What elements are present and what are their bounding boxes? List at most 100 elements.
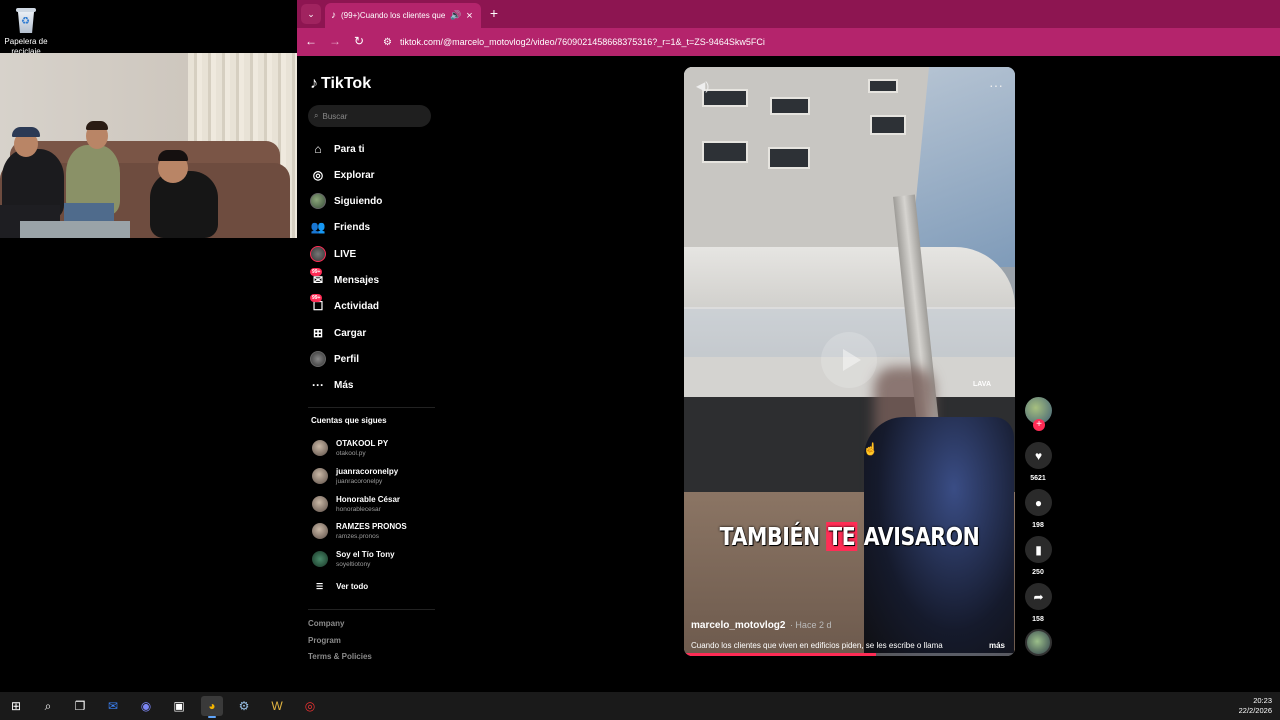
nav-label: Friends [334,221,371,233]
following-account-item[interactable]: Honorable César honorablecesar [312,492,432,516]
nav-item-explorar[interactable]: ◎ Explorar [310,166,375,184]
account-name: Honorable César [336,494,401,504]
nav-item-cargar[interactable]: ⊞ Cargar [310,324,366,342]
nav-label: Siguiendo [334,195,383,207]
activity-icon: ☐ 99+ [310,294,324,313]
video-time: · Hace 2 d [789,620,832,630]
search-icon: ⌕ [314,111,319,120]
tiktok-logo[interactable]: ♪ TikTok [310,75,371,93]
nav-item-para-ti[interactable]: ⌂ Para ti [310,140,365,158]
task-view-icon[interactable]: ❐ [69,696,91,716]
building-sign: LAVA [973,379,991,390]
mail-app-icon[interactable]: ✉ [102,696,124,716]
more-link[interactable]: más [989,641,1005,650]
nav-label: Más [334,379,354,391]
windows-start-icon[interactable]: ⊞ [5,696,27,716]
caption-highlight: TE [826,522,857,551]
tiktok-favicon-icon: ♪ [331,10,336,21]
nav-label: LIVE [334,248,357,260]
caption-word: AVISARON [863,522,980,551]
recording-app-icon[interactable]: ◎ [299,696,321,716]
game-app-icon[interactable]: W [266,696,288,716]
comment-count: 198 [1032,522,1044,529]
nav-label: Para ti [334,143,365,155]
messages-badge: 99+ [310,268,323,276]
hand-cursor-icon: ☝ [863,442,878,456]
messages-icon: ✉ 99+ [310,268,324,287]
video-author[interactable]: marcelo_motovlog2 [691,620,785,631]
site-info-icon[interactable]: ⚙ [383,37,392,48]
follow-plus-icon[interactable]: + [1033,419,1045,431]
nav-item-actividad[interactable]: ☐ 99+ Actividad [310,294,379,315]
nav-item-perfil[interactable]: Perfil [310,350,359,368]
url-text: tiktok.com/@marcelo_motovlog2/video/7609… [399,37,765,47]
address-bar: ← → ↻ ⚙ tiktok.com/@marcelo_motovlog2/vi… [297,28,1280,56]
following-account-item[interactable]: RAMZES PRONOS ramzes.pronos [312,519,432,543]
account-handle: honorablecesar [336,505,381,513]
play-icon[interactable] [821,332,877,388]
volume-icon[interactable]: ◀) [696,79,709,93]
tab-search-button[interactable]: ⌄ [301,4,321,24]
reload-icon[interactable]: ↻ [351,34,367,48]
speaker-icon[interactable]: 🔊 [450,10,461,21]
footer-link-company[interactable]: Company [308,619,344,628]
following-account-item[interactable]: juanracoronelpy juanracoronelpy [312,464,432,488]
see-all-button[interactable]: ☰ Ver todo [316,582,368,591]
system-clock[interactable]: 20:23 22/2/2026 [1239,696,1272,716]
recycle-bin-shortcut[interactable]: ♻ Papelera de reciclaje [4,6,48,57]
back-icon[interactable]: ← [303,34,319,48]
video-player[interactable]: LAVA TAMBIÉN TE AVISARON ◀) ··· marcelo_… [684,67,1015,656]
share-icon: ➦ [1033,589,1044,604]
share-button[interactable]: ➦ [1025,583,1052,610]
browser-tab[interactable]: ♪ (99+)Cuando los clientes que 🔊 × [325,3,481,28]
clock-time: 20:23 [1253,696,1272,705]
new-tab-button[interactable]: + [485,5,503,21]
nav-item-siguiendo[interactable]: Siguiendo [310,192,382,210]
profile-icon [310,351,326,367]
logo-text: TikTok [321,75,372,92]
taskbar: ⊞ ⌕ ❐ ✉ ◉ ▣ ◕ ⚙ W ◎ 20:23 22/2/2026 [0,692,1280,720]
comment-button[interactable]: ● [1025,489,1052,516]
url-field[interactable]: ⚙ tiktok.com/@marcelo_motovlog2/video/76… [383,32,1243,52]
chrome-icon[interactable]: ◕ [201,696,223,718]
close-tab-icon[interactable]: × [466,10,472,22]
nav-label: Cargar [334,327,367,339]
account-name: RAMZES PRONOS [336,521,407,531]
nav-label: Perfil [334,353,360,365]
more-icon: ··· [312,378,324,392]
upload-icon: ⊞ [312,326,324,340]
divider [308,407,435,408]
save-button[interactable]: ▮ [1025,536,1052,563]
tiktok-logo-icon: ♪ [310,75,318,92]
nav-item-friends[interactable]: 👥 Friends [310,218,371,236]
app-icon[interactable]: ▣ [168,696,190,716]
footer-link-terms[interactable]: Terms & Policies [308,652,372,661]
heart-icon: ♥ [1034,448,1043,463]
video-meta: marcelo_motovlog2 · Hace 2 d Cuando los … [691,615,1011,650]
search-input[interactable]: ⌕ Buscar [308,105,431,127]
more-options-icon[interactable]: ··· [989,77,1003,93]
nav-item-mas[interactable]: ··· Más [310,376,353,394]
discord-icon[interactable]: ◉ [135,696,157,716]
search-icon[interactable]: ⌕ [37,696,59,716]
steam-icon[interactable]: ⚙ [233,696,255,716]
following-account-item[interactable]: OTAKOOL PY otakool.py [312,436,432,460]
like-button[interactable]: ♥ [1025,442,1052,469]
following-title: Cuentas que sigues [311,416,387,425]
account-handle: otakool.py [336,449,366,457]
music-disc-icon[interactable] [1025,629,1052,656]
following-account-item[interactable]: Soy el Tío Tony soyeltiotony [312,547,432,571]
account-name: OTAKOOL PY [336,438,389,448]
video-progress-bar[interactable] [684,653,1015,656]
footer-link-program[interactable]: Program [308,636,341,645]
search-placeholder: Buscar [322,111,348,121]
forward-icon[interactable]: → [327,34,343,48]
avatar [312,468,328,484]
nav-item-mensajes[interactable]: ✉ 99+ Mensajes [310,268,379,289]
video-caption-overlay: TAMBIÉN TE AVISARON [714,522,985,551]
nav-item-live[interactable]: LIVE [310,245,356,263]
video-description: Cuando los clientes que viven en edifici… [691,641,943,650]
account-name: Soy el Tío Tony [336,549,395,559]
tiktok-sidebar: ♪ TikTok ⌕ Buscar ⌂ Para ti ◎ Explorar S… [304,56,439,692]
account-handle: soyeltiotony [336,560,371,568]
